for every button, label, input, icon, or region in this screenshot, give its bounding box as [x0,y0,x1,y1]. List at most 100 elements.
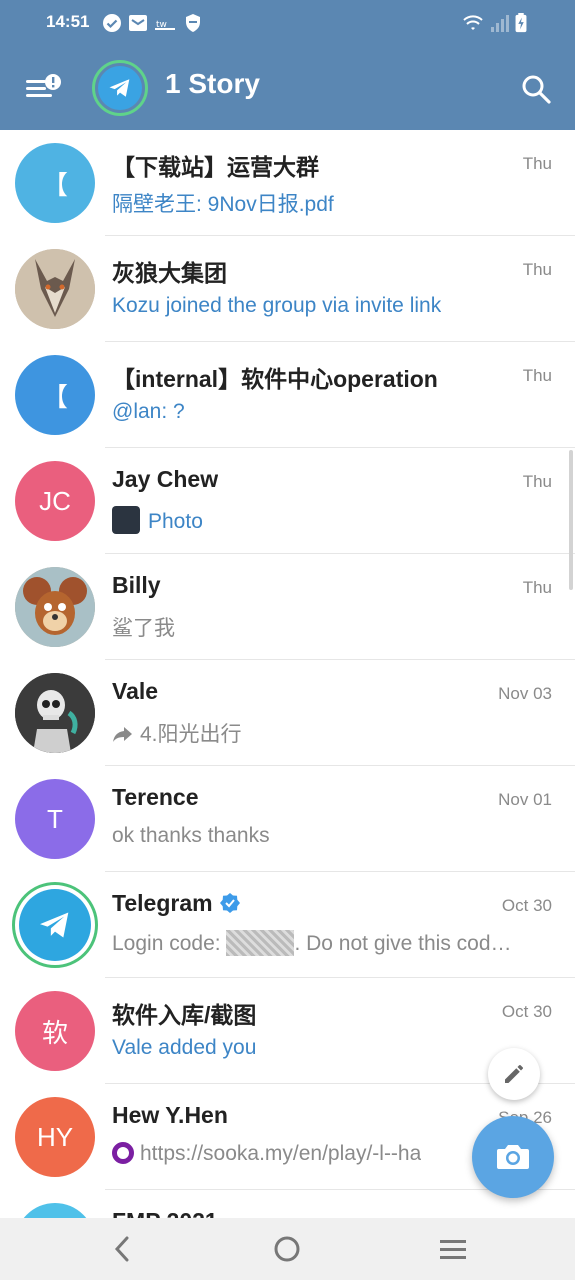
app-top-bar: 14:51 tw 1 Story [0,0,575,130]
avatar [15,1203,95,1218]
chat-item[interactable]: 【 【internal】软件中心operation Thu @lan: ? [0,342,575,448]
avatar-initials: 软 [41,1017,68,1048]
chat-name: Vale [112,678,159,704]
chat-preview: https://sooka.my/en/play/-l--ha [112,1142,421,1166]
back-chevron-icon [114,1236,129,1262]
link-preview-icon [112,1142,134,1164]
avatar: 【 [15,355,95,435]
cartoon-mouse-avatar-image [15,567,95,647]
chat-preview: 4.阳光出行 [112,718,242,748]
chat-preview: Login code: . Do not give this cod… [112,930,512,956]
avatar [15,249,95,329]
forward-icon [113,727,132,742]
verified-badge-icon [219,893,240,913]
chat-preview: ok thanks thanks [112,824,270,847]
chat-list[interactable]: 【 【下载站】运营大群 Thu 隔壁老王: 9Nov日报.pdf 灰狼大集团 T… [0,130,575,1218]
chat-item[interactable]: JC Jay Chew Thu Photo [0,448,575,554]
chat-preview: Photo [112,506,203,534]
chat-name: Terence [112,784,199,810]
back-button[interactable] [105,1234,139,1264]
chat-preview-text: Login code: [112,932,221,955]
avatar-initials: JC [39,485,71,516]
chat-name: 【下载站】运营大群 [112,154,319,180]
avatar: 【 [15,143,95,223]
scrollbar[interactable] [569,450,573,590]
photo-thumbnail [112,506,140,534]
avatar-initials: 【 [41,169,68,200]
chat-item[interactable]: T Terence Nov 01 ok thanks thanks [0,766,575,872]
menu-alert-icon[interactable] [22,70,62,106]
compose-button[interactable] [488,1048,540,1100]
avatar: 软 [15,991,95,1071]
chat-preview-text: https://sooka.my/en/play/-l--ha [140,1142,422,1165]
search-icon[interactable] [517,70,555,108]
chat-time: Thu [522,472,552,491]
avatar [15,567,95,647]
page-title[interactable]: 1 Story [165,68,260,100]
avatar-initials: T [47,803,63,834]
recents-menu-icon [440,1240,466,1259]
skeleton-avatar-image [15,673,95,753]
avatar-initials: HY [36,1121,74,1152]
chat-item[interactable]: 【 【下载站】运营大群 Thu 隔壁老王: 9Nov日报.pdf [0,130,575,236]
chat-name: 软件入库/截图 [112,1002,257,1028]
signal-icon [491,15,509,32]
chat-preview: 隔壁老王: 9Nov日报.pdf [112,193,334,216]
battery-charging-icon [515,13,527,33]
chat-item[interactable]: FMP 2021 [0,1190,575,1218]
wolf-avatar-image [15,249,95,329]
chat-preview-text: 4.阳光出行 [140,723,242,746]
chat-item[interactable]: Vale Nov 03 4.阳光出行 [0,660,575,766]
telegram-logo-icon [98,66,142,110]
chat-name: FMP 2021 [112,1208,218,1218]
camera-icon [497,1145,529,1169]
chat-item[interactable]: Telegram Oct 30 Login code: . Do not giv… [0,872,575,978]
chat-item[interactable]: Billy Thu 鲨了我 [0,554,575,660]
chat-preview: Vale added you [112,1036,257,1059]
chat-time: Thu [522,366,552,385]
chat-name-text: Telegram [112,890,213,916]
telegram-logo-icon [19,889,91,961]
avatar-initials: 【 [41,381,68,412]
home-circle-icon [274,1236,300,1262]
story-avatar[interactable] [92,60,148,116]
chat-name: Billy [112,572,161,598]
chat-time: Nov 03 [498,684,552,703]
avatar: T [15,779,95,859]
chat-preview: @lan: ? [112,400,185,423]
app-header: 1 Story [0,48,575,130]
chat-time: Thu [522,260,552,279]
home-button[interactable] [270,1234,304,1264]
camera-button[interactable] [472,1116,554,1198]
mail-icon [129,15,147,31]
chat-preview: Kozu joined the group via invite link [112,294,442,317]
chat-name: Hew Y.Hen [112,1102,228,1128]
chat-name: Telegram [112,890,241,917]
avatar [15,673,95,753]
chat-time: Nov 01 [498,790,552,809]
system-navigation-bar [0,1218,575,1280]
app-badge-icon: tw [155,20,175,30]
avatar [12,882,98,968]
pencil-icon [505,1065,523,1083]
avatar: HY [15,1097,95,1177]
chat-time: Oct 30 [501,896,552,915]
shield-icon [186,14,200,32]
chat-preview-text: . Do not give this cod… [294,932,512,955]
chat-time: Thu [522,578,552,597]
status-bar: 14:51 tw [0,0,575,48]
wifi-icon [463,15,483,30]
chat-preview-text: Photo [148,510,203,533]
chat-name: Jay Chew [112,466,219,492]
blurred-code [226,930,295,956]
chat-item[interactable]: 灰狼大集团 Thu Kozu joined the group via invi… [0,236,575,342]
status-time: 14:51 [46,12,90,31]
chat-preview: 鲨了我 [112,617,175,640]
check-circle-icon [103,14,121,32]
avatar: JC [15,461,95,541]
chat-name: 灰狼大集团 [112,260,227,286]
recents-button[interactable] [436,1234,470,1264]
chat-time: Thu [522,154,552,173]
chat-name: 【internal】软件中心operation [112,366,438,392]
chat-time: Oct 30 [501,1002,552,1021]
